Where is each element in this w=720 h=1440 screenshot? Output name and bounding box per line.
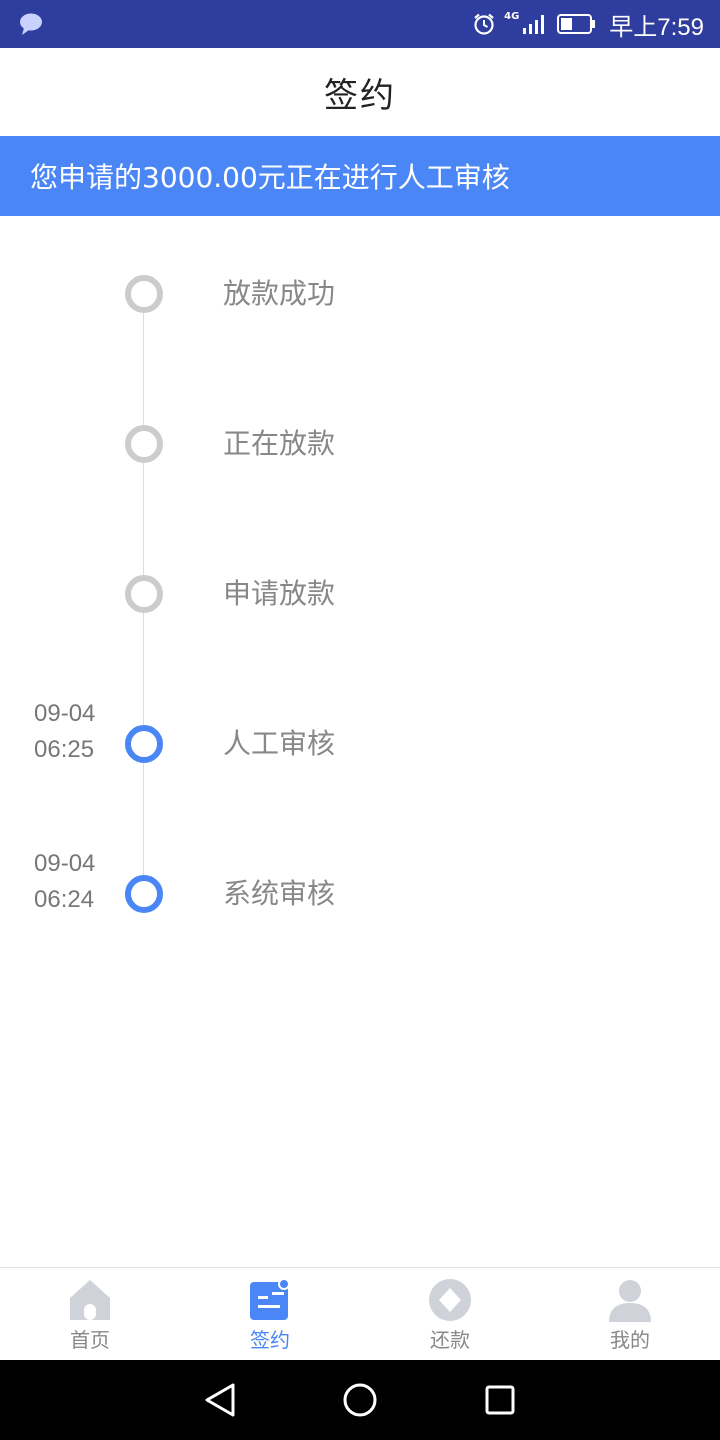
repay-icon: [429, 1279, 471, 1321]
timeline-date: 09-04: [34, 850, 96, 877]
tab-home[interactable]: 首页: [0, 1268, 180, 1360]
message-icon: [20, 13, 42, 35]
alarm-icon: [474, 13, 494, 35]
timeline-dot-pending: [125, 275, 163, 313]
timeline-timestamp: 09-04 06:24: [34, 846, 114, 918]
timeline-timestamp: 09-04 06:25: [34, 696, 114, 768]
timeline-item: 正在放款: [0, 414, 720, 474]
back-triangle-icon: [205, 1383, 235, 1417]
timeline-time: 06:25: [34, 736, 95, 763]
signal-icon: [523, 15, 545, 34]
tab-repay[interactable]: 还款: [360, 1268, 540, 1360]
timeline-dot-pending: [125, 425, 163, 463]
notice-banner-text: 您申请的3000.00元正在进行人工审核: [30, 161, 510, 194]
status-timeline: 放款成功 正在放款 申请放款 09-04 06:25 人工审核 09-04 06…: [0, 216, 720, 956]
page-title: 签约: [324, 75, 396, 116]
timeline-dot-done: [125, 875, 163, 913]
timeline-label: 人工审核: [223, 727, 336, 760]
contract-icon: [250, 1278, 290, 1320]
timeline-item: 09-04 06:25 人工审核: [0, 700, 720, 774]
battery-icon: [557, 14, 596, 34]
timeline-time: 06:24: [34, 886, 95, 913]
timeline-label: 系统审核: [223, 877, 336, 910]
tab-label: 首页: [70, 1328, 110, 1352]
timeline-label: 放款成功: [223, 277, 336, 310]
timeline-item: 09-04 06:24 系统审核: [0, 850, 720, 924]
home-circle-icon: [343, 1383, 377, 1417]
status-time: 早上7:59: [609, 13, 704, 41]
network-type-label: 4G: [504, 11, 520, 22]
status-icons: 4G 早上7:59: [472, 0, 704, 48]
timeline-label: 正在放款: [223, 427, 336, 460]
tab-label: 我的: [610, 1328, 650, 1352]
timeline-item: 申请放款: [0, 564, 720, 624]
timeline-dot-done: [125, 725, 163, 763]
recents-button[interactable]: [480, 1380, 520, 1420]
back-button[interactable]: [200, 1380, 240, 1420]
notice-banner: 您申请的3000.00元正在进行人工审核: [0, 136, 720, 216]
timeline-item: 放款成功: [0, 264, 720, 324]
recents-square-icon: [485, 1385, 515, 1415]
timeline-dot-pending: [125, 575, 163, 613]
timeline-date: 09-04: [34, 700, 96, 727]
home-icon: [70, 1280, 110, 1320]
tab-contract[interactable]: 签约: [180, 1268, 360, 1360]
home-button[interactable]: [340, 1380, 380, 1420]
tab-label: 还款: [430, 1328, 470, 1352]
tab-label: 签约: [250, 1328, 290, 1352]
tab-profile[interactable]: 我的: [540, 1268, 720, 1360]
status-bar: 4G 早上7:59: [0, 0, 720, 48]
timeline-label: 申请放款: [223, 577, 336, 610]
bottom-tab-bar: 首页 签约 还款 我的: [0, 1267, 720, 1360]
system-nav-bar: [0, 1360, 720, 1440]
profile-icon: [609, 1280, 651, 1322]
app-header: 签约: [0, 48, 720, 136]
